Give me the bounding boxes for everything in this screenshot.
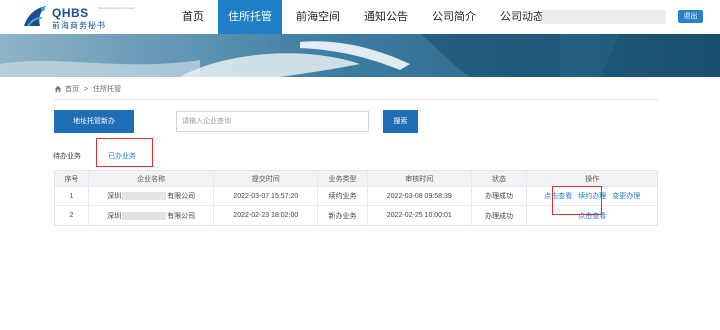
nav-qianhai-space[interactable]: 前海空间 <box>286 0 350 34</box>
company-name-redacted <box>122 192 167 200</box>
main-nav: 首页 住所托管 前海空间 通知公告 公司简介 公司动态 <box>172 0 558 34</box>
reviewed-time: 2022-03-08 09:58:39 <box>368 187 472 205</box>
col-header-type: 业务类型 <box>318 171 368 186</box>
view-link[interactable]: 点击查看 <box>544 191 572 201</box>
col-header-actions: 操作 <box>585 175 600 183</box>
table-header-row: 序号 企业名称 提交时间 业务类型 审核时间 状态 操作 <box>55 171 657 187</box>
user-info-redacted <box>542 10 666 24</box>
col-header-reviewed: 审核时间 <box>368 171 472 186</box>
logo-tagline: Qianhai Business Secretary <box>98 6 136 10</box>
tab-pending-business[interactable]: 待办业务 <box>53 151 81 161</box>
change-link[interactable]: 变更办理 <box>612 191 640 201</box>
nav-address-hosting[interactable]: 住所托管 <box>218 0 282 34</box>
status: 办理成功 <box>472 187 528 205</box>
nav-company-intro[interactable]: 公司简介 <box>422 0 486 34</box>
view-link[interactable]: 点击查看 <box>578 211 606 221</box>
bird-logo-icon <box>24 6 46 27</box>
col-header-submitted: 提交时间 <box>214 171 319 186</box>
banner-graphic <box>0 34 720 77</box>
company-suffix: 有限公司 <box>167 193 196 200</box>
company-prefix: 深圳 <box>107 193 122 200</box>
company-name: 深圳 有限公司 <box>89 187 215 205</box>
col-header-status: 状态 <box>472 171 528 186</box>
row-actions: 点击查看 <box>527 206 657 225</box>
divider <box>54 99 658 100</box>
nav-notices[interactable]: 通知公告 <box>354 0 418 34</box>
col-header-index: 序号 <box>55 171 89 186</box>
status: 办理成功 <box>472 206 528 225</box>
submitted-time: 2022-03-07 15:57:20 <box>214 187 319 205</box>
breadcrumb-home[interactable]: 首页 <box>65 84 79 94</box>
logout-button[interactable]: 退出 <box>678 10 703 23</box>
table-row: 2 深圳 有限公司 2022-02-23 18:02:00 新办业务 2022-… <box>55 206 657 225</box>
logo-title: QHBS <box>52 6 89 20</box>
top-header: QHBS 前海商务秘书 Qianhai Business Secretary 首… <box>0 0 720 34</box>
breadcrumb-separator: > <box>84 85 89 93</box>
search-button[interactable]: 搜索 <box>383 110 418 133</box>
table-row: 1 深圳 有限公司 2022-03-07 15:57:20 续约业务 2022-… <box>55 187 657 206</box>
row-index: 2 <box>55 206 89 225</box>
nav-home[interactable]: 首页 <box>172 0 214 34</box>
col-header-company: 企业名称 <box>89 171 215 186</box>
business-type: 新办业务 <box>318 206 368 225</box>
logo[interactable]: QHBS 前海商务秘书 Qianhai Business Secretary <box>22 2 142 32</box>
row-actions: 点击查看 续约办理 变更办理 <box>527 187 657 205</box>
breadcrumb-current: 住所托管 <box>93 86 122 93</box>
banner-image <box>0 34 720 77</box>
company-suffix: 有限公司 <box>167 212 196 220</box>
company-name: 深圳 有限公司 <box>89 206 215 225</box>
company-search-input[interactable]: 请输入企业查询 <box>176 111 369 132</box>
logo-subtitle: 前海商务秘书 <box>52 21 106 30</box>
business-type: 续约业务 <box>318 187 368 205</box>
new-address-hosting-button[interactable]: 地址托管新办 <box>54 110 134 133</box>
company-prefix: 深圳 <box>107 212 122 220</box>
tab-completed-business[interactable]: 已办业务 <box>108 151 136 161</box>
reviewed-time: 2022-02-25 10:00:01 <box>368 206 472 225</box>
home-icon <box>54 85 62 93</box>
row-index: 1 <box>55 187 89 205</box>
breadcrumb: 首页 > 住所托管 <box>54 84 121 94</box>
company-name-redacted <box>122 211 167 220</box>
business-table: 序号 企业名称 提交时间 业务类型 审核时间 状态 操作 1 深圳 有限公司 2… <box>54 170 658 226</box>
submitted-time: 2022-02-23 18:02:00 <box>214 206 319 225</box>
renew-link[interactable]: 续约办理 <box>578 191 606 201</box>
